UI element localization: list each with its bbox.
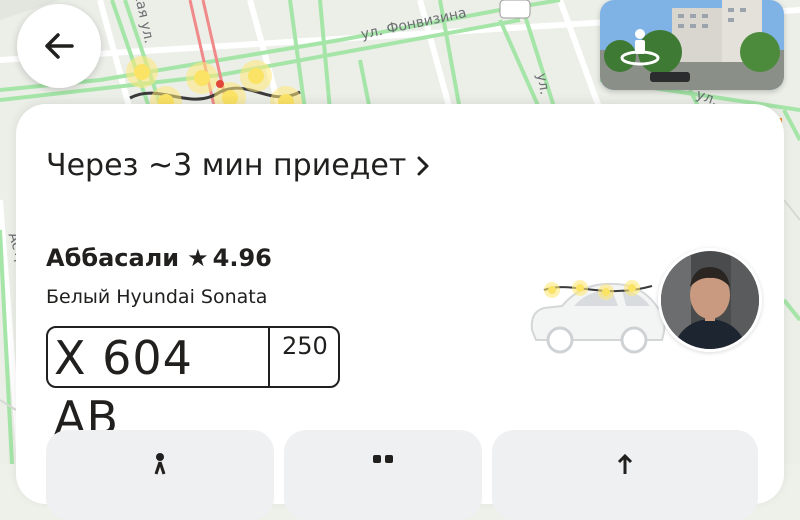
- street-panorama-button[interactable]: [600, 0, 784, 90]
- back-button[interactable]: [17, 4, 101, 88]
- ride-info-card: Через ~3 мин приедет Аббасали ★ 4.96 Бел…: [16, 104, 784, 520]
- plate-number: Х 604 АВ: [48, 328, 270, 445]
- share-icon: [617, 453, 633, 474]
- panorama-icon: [620, 29, 660, 66]
- car-icon: [530, 280, 666, 354]
- action-button-more[interactable]: [492, 430, 758, 520]
- eta-label: Через ~3 мин приедет: [46, 148, 407, 183]
- star-icon: ★: [187, 244, 209, 272]
- plate-region: 250: [282, 332, 328, 360]
- driver-name-rating: Аббасали ★ 4.96: [46, 244, 272, 272]
- action-button-safety[interactable]: [46, 430, 274, 520]
- eta-row[interactable]: Через ~3 мин приедет: [46, 148, 430, 183]
- chevron-right-icon: [417, 156, 429, 175]
- action-button-contact[interactable]: [284, 430, 482, 520]
- grid-icon: [373, 455, 393, 463]
- person-walk-icon: [154, 453, 166, 475]
- car-model: Белый Hyundai Sonata: [46, 286, 268, 308]
- arrow-left-icon: [45, 33, 74, 59]
- driver-photo-image: [661, 251, 759, 349]
- driver-name: Аббасали: [46, 244, 180, 272]
- license-plate: Х 604 АВ 250: [46, 326, 340, 445]
- driver-rating: 4.96: [212, 244, 272, 272]
- driver-avatar[interactable]: [658, 248, 762, 352]
